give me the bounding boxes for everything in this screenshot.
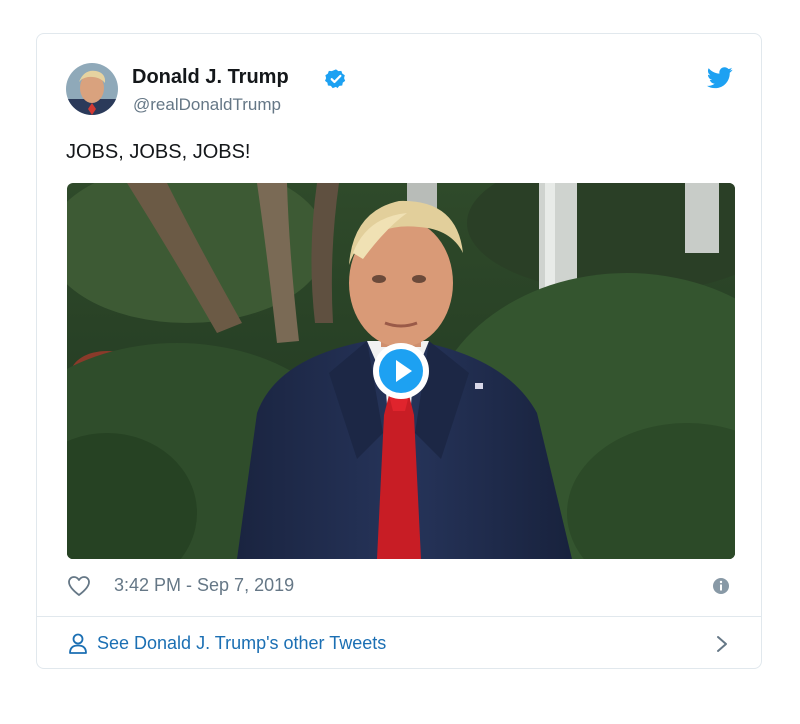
see-other-tweets-link[interactable]: See Donald J. Trump's other Tweets xyxy=(37,617,761,668)
twitter-bird-icon[interactable] xyxy=(707,67,733,89)
author-handle[interactable]: @realDonaldTrump xyxy=(133,95,281,115)
tweet-timestamp[interactable]: 3:42 PM - Sep 7, 2019 xyxy=(114,575,294,596)
info-icon[interactable] xyxy=(712,577,730,595)
chevron-right-icon xyxy=(717,636,727,652)
embedded-tweet-card: Donald J. Trump @realDonaldTrump JOBS, J… xyxy=(36,33,762,669)
author-avatar[interactable] xyxy=(66,63,118,115)
heart-icon[interactable] xyxy=(67,575,91,597)
tweet-text: JOBS, JOBS, JOBS! xyxy=(66,141,251,163)
person-icon xyxy=(69,633,87,654)
author-name[interactable]: Donald J. Trump xyxy=(132,66,289,89)
video-thumbnail[interactable] xyxy=(67,183,735,559)
verified-badge-icon xyxy=(325,69,346,89)
see-other-tweets-label: See Donald J. Trump's other Tweets xyxy=(97,633,387,653)
play-icon[interactable] xyxy=(371,341,431,401)
